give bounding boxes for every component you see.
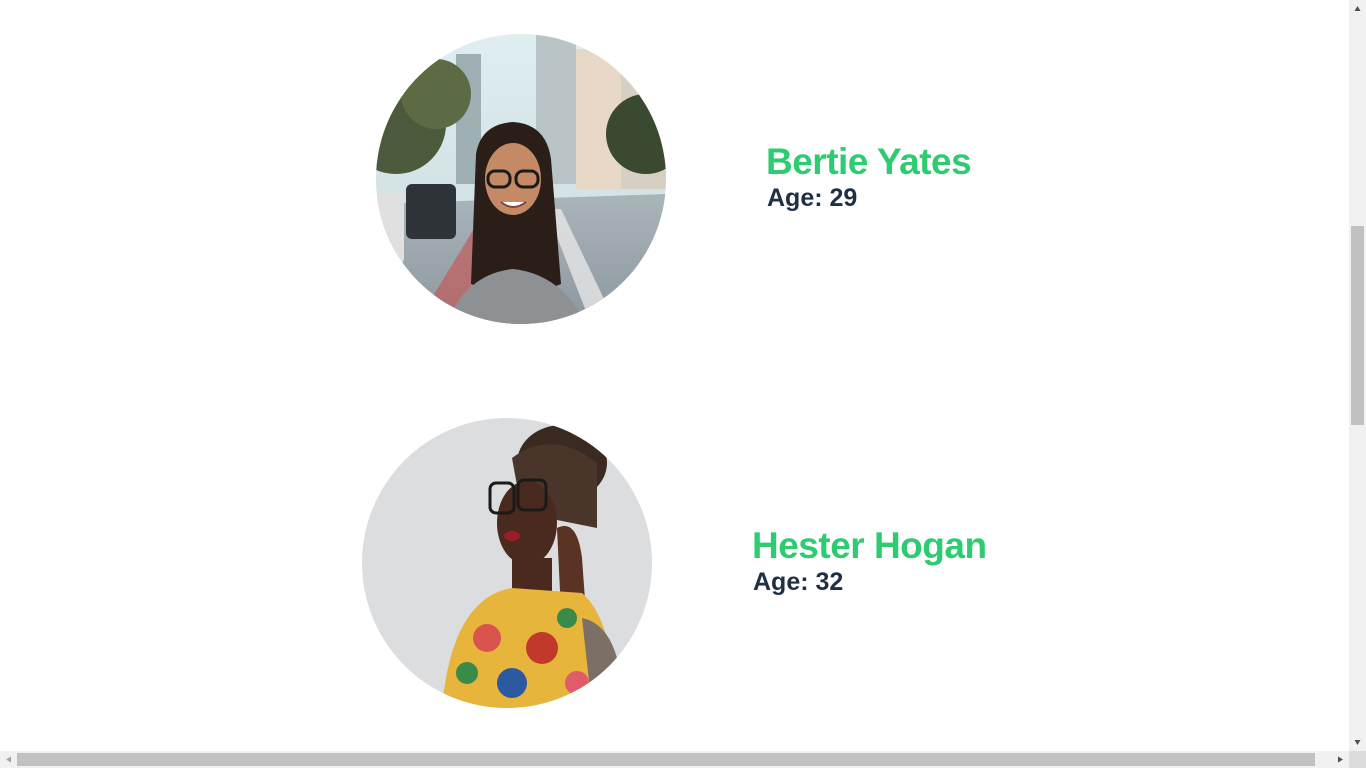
- arrow-right-icon[interactable]: [1332, 751, 1349, 768]
- profile-name: Hester Hogan: [752, 525, 987, 566]
- profile-photo: [376, 34, 666, 324]
- profile-photo: [362, 418, 652, 708]
- vertical-scrollbar[interactable]: [1349, 0, 1366, 751]
- profile-age: Age: 29: [767, 184, 858, 212]
- arrow-up-icon[interactable]: [1349, 0, 1366, 17]
- profile-name: Bertie Yates: [766, 141, 972, 182]
- arrow-left-icon[interactable]: [0, 751, 17, 768]
- arrow-down-icon[interactable]: [1349, 734, 1366, 751]
- scrollbar-corner: [1349, 751, 1366, 768]
- profile-age: Age: 32: [753, 568, 844, 596]
- vertical-scroll-thumb[interactable]: [1351, 226, 1364, 425]
- horizontal-scrollbar[interactable]: [0, 751, 1349, 768]
- page-content: Bertie Yates Age: 29 Hester Hogan Age: 3…: [0, 0, 1349, 751]
- horizontal-scroll-thumb[interactable]: [17, 753, 1315, 766]
